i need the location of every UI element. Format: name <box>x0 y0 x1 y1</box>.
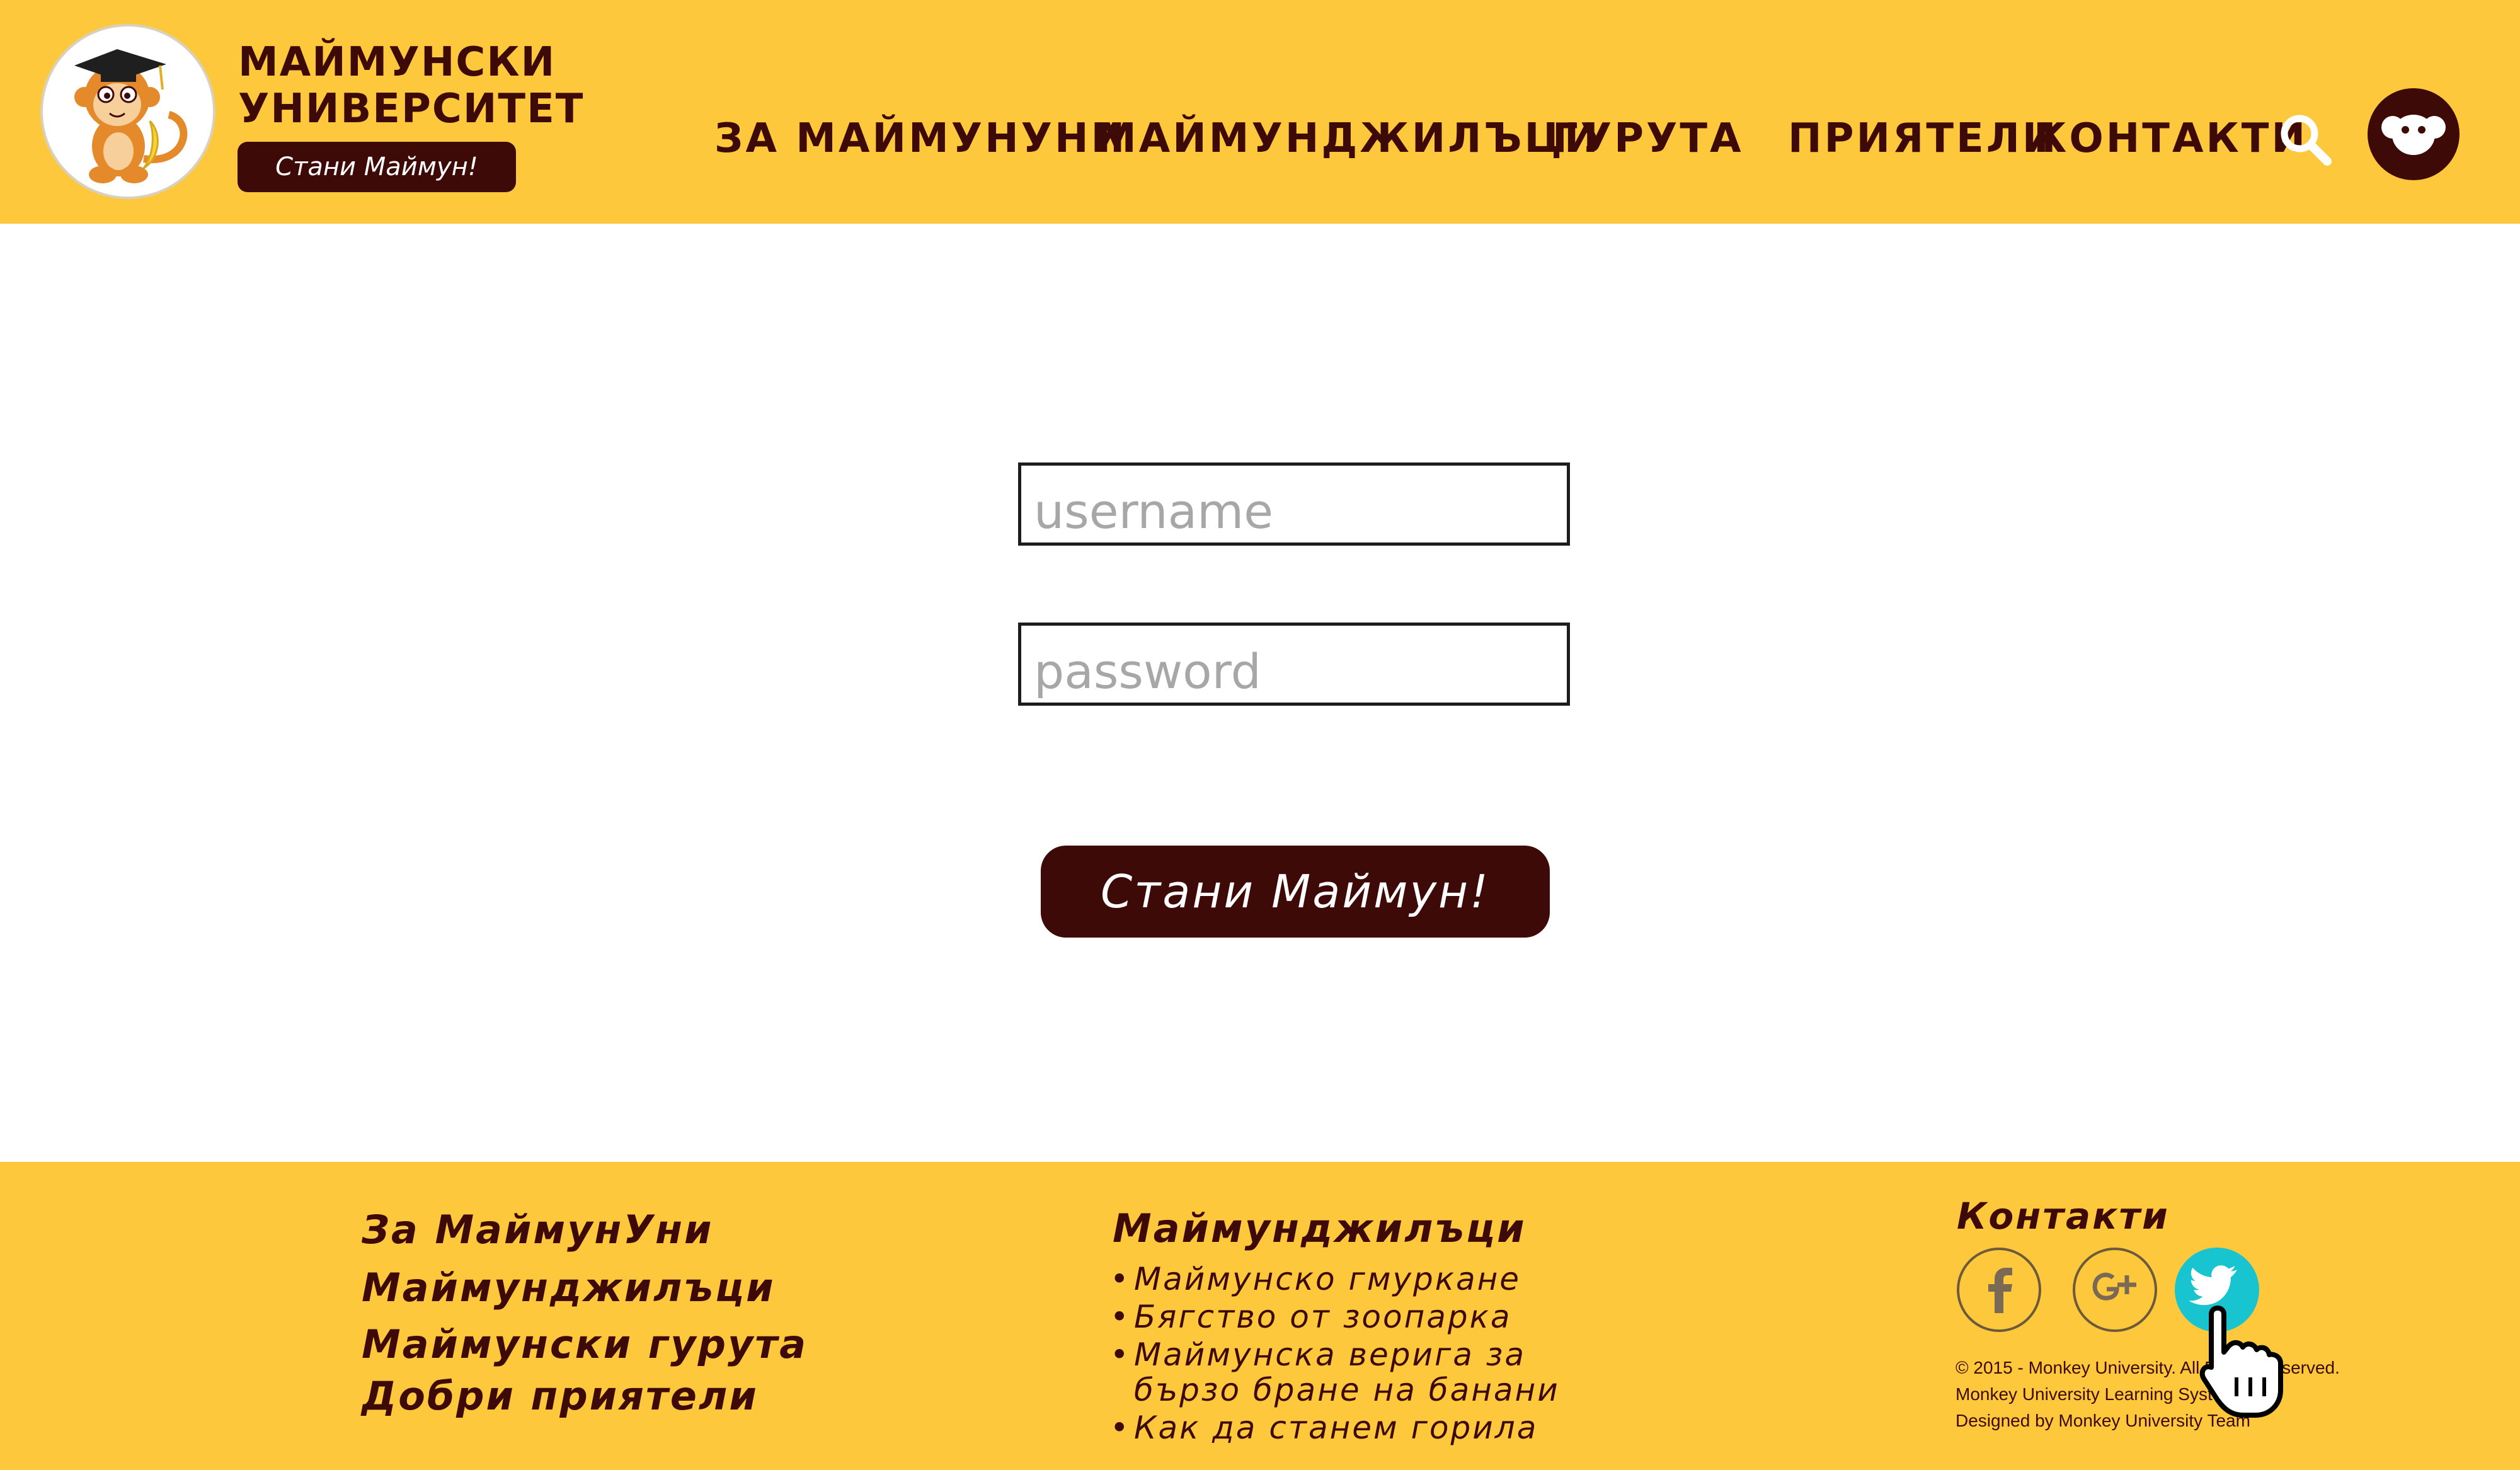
user-avatar[interactable] <box>2368 88 2460 180</box>
nav-item-friends[interactable]: ПРИЯТЕЛИ <box>1788 113 2058 164</box>
footer-bullet-item[interactable]: Как да станем горила <box>1109 1410 1588 1445</box>
site-header: МАЙМУНСКИ УНИВЕРСИТЕТ Стани Маймун! ЗА М… <box>0 0 2520 224</box>
brand-title: МАЙМУНСКИ УНИВЕРСИТЕТ <box>238 39 585 132</box>
monkey-logo[interactable] <box>40 24 215 199</box>
footer-bullet-item[interactable]: Бягство от зоопарка <box>1109 1299 1588 1335</box>
nav-item-shenanigans[interactable]: МАЙМУНДЖИЛЪЦИ <box>1096 113 1601 164</box>
footer-bullet-list: Маймунско гмуркане Бягство от зоопарка М… <box>1109 1261 1588 1448</box>
footer-link-friends[interactable]: Добри приятели <box>362 1371 759 1421</box>
google-plus-button[interactable] <box>2073 1248 2157 1332</box>
footer-link-shenanigans[interactable]: Маймунджилъци <box>362 1263 776 1313</box>
footer-column-title[interactable]: Маймунджилъци <box>1113 1203 1526 1254</box>
brand-title-line1: МАЙМУНСКИ <box>238 39 556 86</box>
google-plus-icon <box>2092 1272 2136 1301</box>
facebook-button[interactable] <box>1957 1248 2041 1332</box>
nav-item-gurus[interactable]: ГУРУТА <box>1552 113 1744 164</box>
join-button[interactable]: Стани Маймун! <box>238 142 516 192</box>
search-icon <box>2281 115 2332 166</box>
submit-button[interactable]: Стани Маймун! <box>1041 846 1550 938</box>
footer-bullet-item[interactable]: Маймунска верига за бързо бране на банан… <box>1109 1337 1588 1408</box>
facebook-icon <box>1988 1268 2012 1313</box>
monkey-face-icon <box>2381 115 2446 155</box>
footer-link-gurus[interactable]: Маймунски гурута <box>362 1319 808 1370</box>
nav-item-about[interactable]: ЗА МАЙМУНУНИ <box>714 113 1127 164</box>
monkey-graduate-logo-icon <box>74 49 188 183</box>
hand-pointer-cursor-icon <box>2199 1306 2283 1418</box>
nav-item-contacts[interactable]: КОНТАКТИ <box>2034 113 2308 164</box>
password-input[interactable] <box>1018 623 1570 706</box>
brand-title-line2: УНИВЕРСИТЕТ <box>238 86 585 132</box>
contacts-title: Контакти <box>1957 1195 2170 1237</box>
username-input[interactable] <box>1018 462 1570 546</box>
footer-link-about[interactable]: За МаймунУни <box>362 1205 713 1255</box>
footer-bullet-item[interactable]: Маймунско гмуркане <box>1109 1261 1588 1297</box>
search-button[interactable] <box>2277 111 2334 168</box>
